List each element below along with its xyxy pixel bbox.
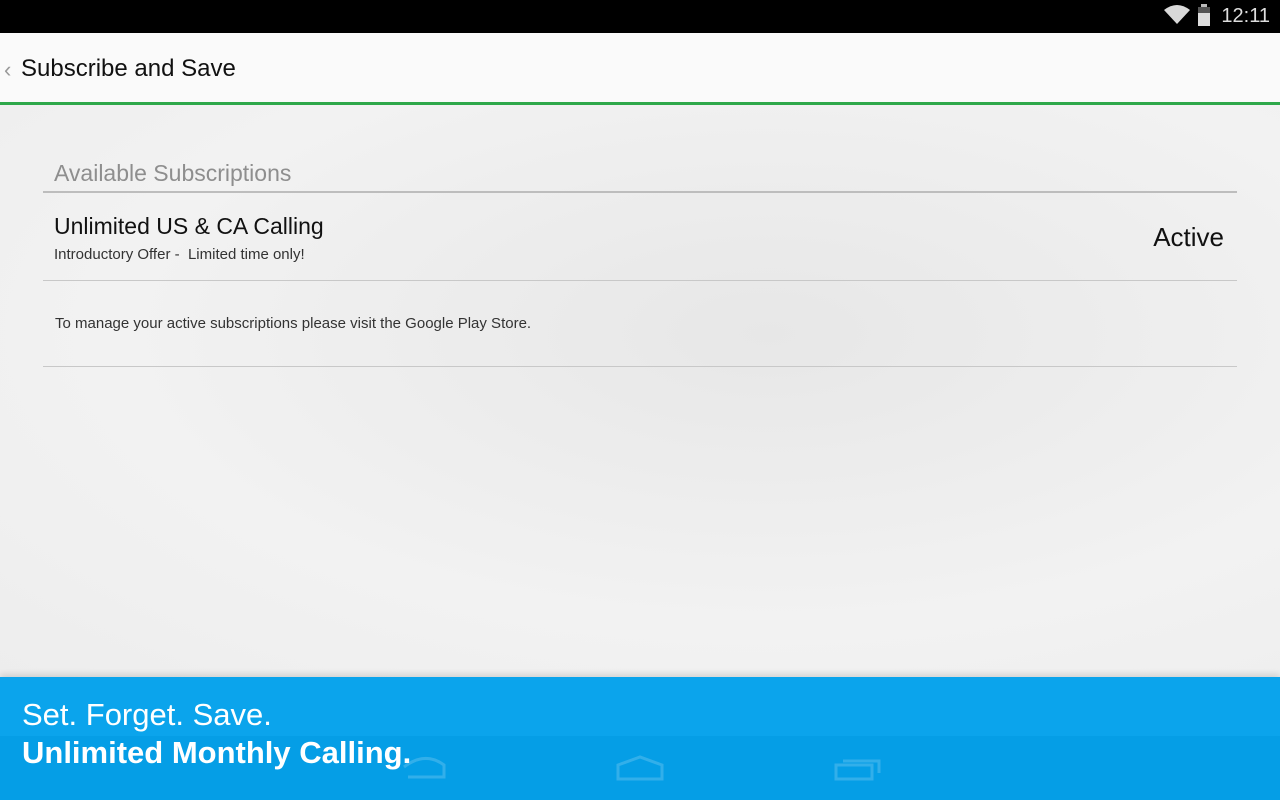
status-time: 12:11	[1221, 5, 1270, 27]
subscription-name: Unlimited US & CA Calling	[54, 213, 324, 239]
status-icons: 12:11	[1163, 0, 1270, 33]
promo-headline: Set. Forget. Save.	[22, 697, 272, 732]
subscription-description: Introductory Offer - Limited time only!	[54, 246, 305, 263]
battery-icon	[1197, 3, 1211, 30]
page-title[interactable]: Subscribe and Save	[21, 55, 236, 83]
manage-note-row: To manage your active subscriptions plea…	[43, 281, 1237, 367]
subscription-status: Active	[1153, 222, 1224, 252]
action-bar: ‹ Subscribe and Save	[0, 33, 1280, 105]
chevron-left-icon[interactable]: ‹	[4, 57, 11, 83]
main-content: Available Subscriptions Unlimited US & C…	[0, 105, 1280, 677]
promo-banner[interactable]: Set. Forget. Save. Unlimited Monthly Cal…	[0, 677, 1280, 800]
wifi-icon	[1163, 4, 1191, 30]
recents-nav-icon[interactable]	[833, 755, 883, 785]
home-nav-icon[interactable]	[615, 755, 665, 785]
status-bar: 12:11	[0, 0, 1280, 33]
section-header: Available Subscriptions	[43, 155, 1237, 193]
promo-subheadline: Unlimited Monthly Calling.	[22, 735, 412, 770]
manage-note: To manage your active subscriptions plea…	[55, 315, 532, 332]
section-header-label: Available Subscriptions	[54, 160, 292, 186]
subscription-row[interactable]: Unlimited US & CA Calling Introductory O…	[43, 193, 1237, 281]
